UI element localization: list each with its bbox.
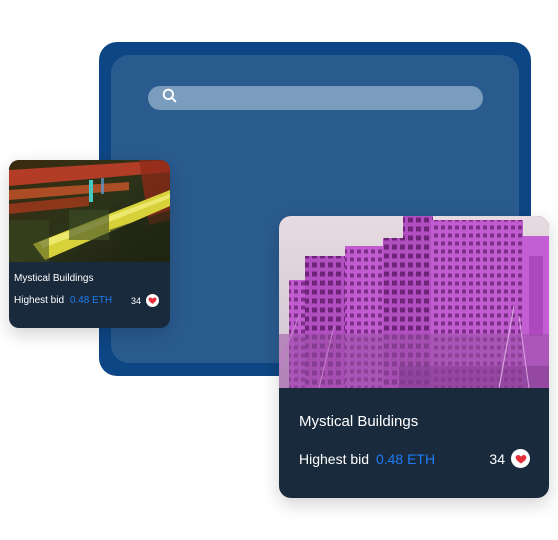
like-count: 34 (489, 450, 505, 467)
bid-row: Highest bid 0.48 ETH (14, 295, 112, 306)
heart-icon (511, 449, 530, 468)
search-icon (162, 88, 177, 108)
search-input[interactable] (178, 86, 468, 110)
bid-label: Highest bid (299, 451, 370, 467)
card-title: Mystical Buildings (299, 413, 419, 430)
like-count: 34 (130, 295, 141, 306)
search-bar[interactable] (148, 86, 483, 110)
bid-label: Highest bid (14, 295, 65, 306)
bid-row: Highest bid 0.48 ETH (299, 451, 435, 467)
bid-value: 0.48 ETH (375, 451, 436, 467)
bid-value: 0.48 ETH (69, 295, 113, 306)
heart-icon (146, 294, 159, 307)
like-button[interactable]: 34 (489, 449, 530, 468)
nft-card-large[interactable]: Mystical Buildings Highest bid 0.48 ETH … (279, 216, 549, 498)
nft-image-buildings (279, 216, 549, 388)
nft-card-small[interactable]: Mystical Buildings Highest bid 0.48 ETH … (9, 160, 170, 328)
nft-image-neon (9, 160, 170, 262)
card-title: Mystical Buildings (14, 273, 94, 284)
like-button[interactable]: 34 (131, 294, 159, 307)
